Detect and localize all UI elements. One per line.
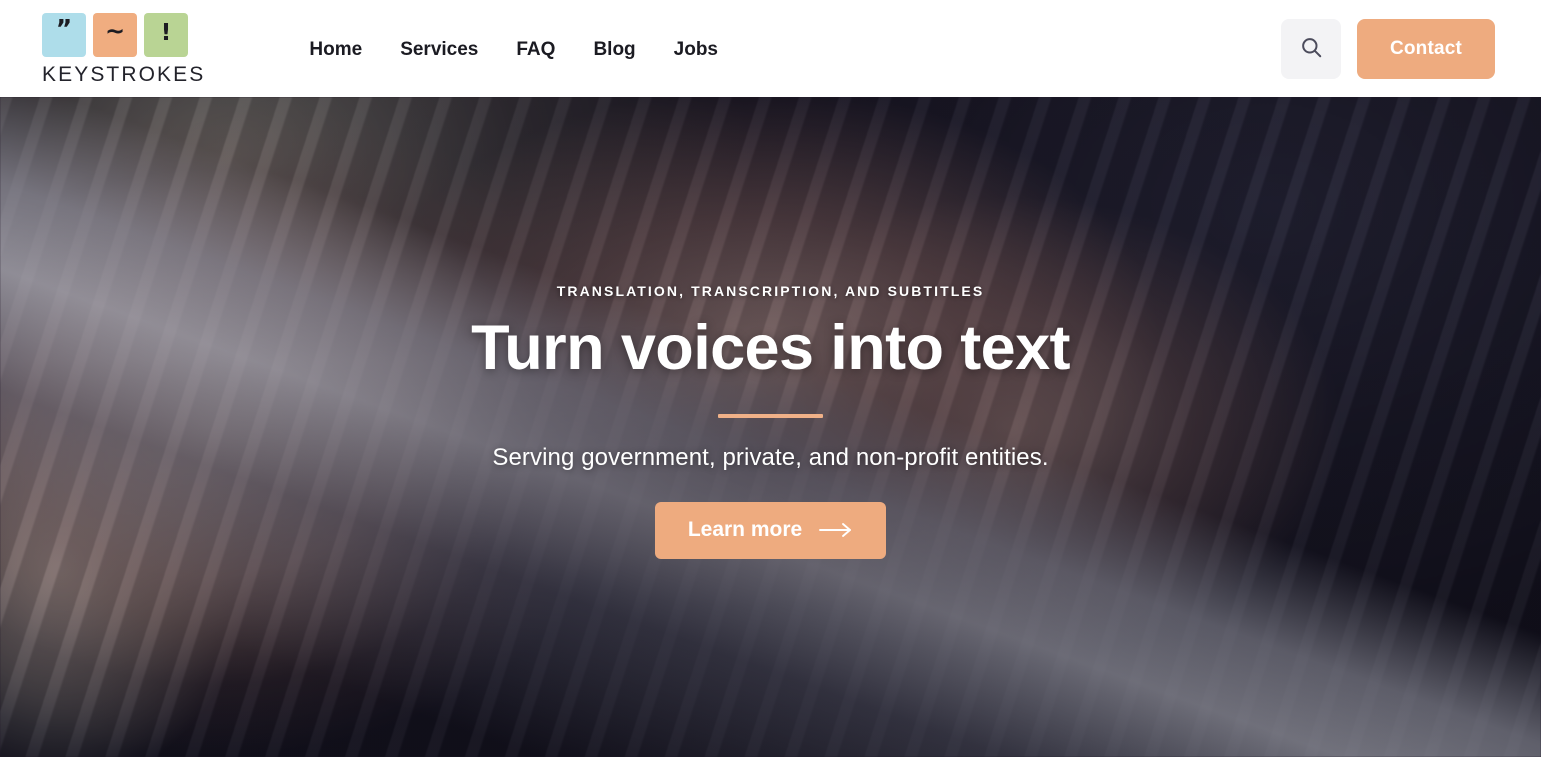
quote-mark-icon: ” <box>42 12 86 57</box>
hero-divider <box>718 413 823 418</box>
header-actions: Contact <box>1281 18 1495 79</box>
learn-more-label: Learn more <box>687 518 803 542</box>
hero-subtitle: Serving government, private, and non-pro… <box>492 443 1049 471</box>
tilde-icon: ~ <box>93 12 137 57</box>
arrow-right-icon <box>819 522 853 538</box>
main-navigation: Home Services FAQ Blog Jobs <box>290 29 737 71</box>
nav-item-home[interactable]: Home <box>290 29 381 71</box>
nav-item-services[interactable]: Services <box>381 29 497 71</box>
hero-eyebrow: TRANSLATION, TRANSCRIPTION, AND SUBTITLE… <box>556 283 985 299</box>
learn-more-button[interactable]: Learn more <box>654 501 887 559</box>
tilde-glyph: ~ <box>104 16 126 45</box>
exclamation-glyph: ! <box>160 20 172 46</box>
hero-content: TRANSLATION, TRANSCRIPTION, AND SUBTITLE… <box>0 97 1541 757</box>
site-header: ” ~ ! KEYSTROKES Home Services FAQ Blog … <box>0 0 1541 97</box>
nav-item-faq[interactable]: FAQ <box>497 29 574 71</box>
brand-logo-tiles: ” ~ ! <box>42 12 188 57</box>
hero-section: TRANSLATION, TRANSCRIPTION, AND SUBTITLE… <box>0 97 1541 757</box>
brand-logo[interactable]: ” ~ ! KEYSTROKES <box>42 12 206 87</box>
search-button[interactable] <box>1281 18 1341 79</box>
nav-item-blog[interactable]: Blog <box>574 29 654 71</box>
search-icon <box>1299 35 1324 63</box>
brand-name: KEYSTROKES <box>42 62 206 86</box>
landing-page: ” ~ ! KEYSTROKES Home Services FAQ Blog … <box>0 0 1541 757</box>
contact-button[interactable]: Contact <box>1357 18 1495 79</box>
hero-title: Turn voices into text <box>471 313 1070 383</box>
nav-item-jobs[interactable]: Jobs <box>655 29 737 71</box>
exclamation-icon: ! <box>144 12 188 57</box>
quote-mark-glyph: ” <box>55 14 73 43</box>
